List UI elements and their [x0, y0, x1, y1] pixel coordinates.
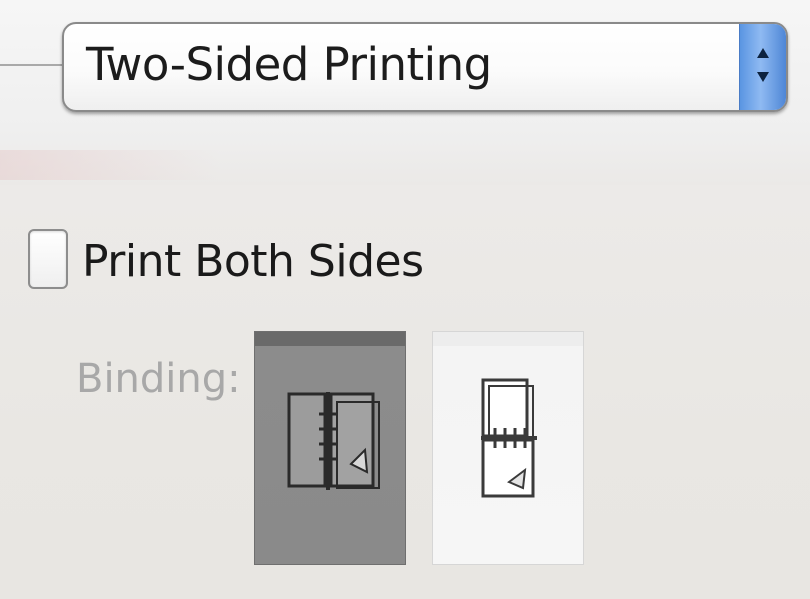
- chevron-up-icon: [757, 48, 769, 58]
- print-both-sides-label[interactable]: Print Both Sides: [82, 236, 424, 287]
- background-tint: [0, 150, 220, 180]
- section-popup-label: Two-Sided Printing: [86, 38, 492, 91]
- short-edge-binding-icon: [481, 378, 537, 498]
- separator-line: [0, 64, 64, 66]
- short-edge-binding-button[interactable]: [432, 331, 584, 565]
- binding-label: Binding:: [76, 356, 241, 402]
- long-edge-binding-button[interactable]: [254, 331, 406, 565]
- long-edge-binding-icon: [287, 392, 380, 490]
- section-popup-button[interactable]: Two-Sided Printing: [62, 22, 788, 112]
- print-both-sides-checkbox[interactable]: [28, 229, 68, 289]
- popup-stepper[interactable]: [739, 24, 786, 110]
- chevron-down-icon: [757, 72, 769, 82]
